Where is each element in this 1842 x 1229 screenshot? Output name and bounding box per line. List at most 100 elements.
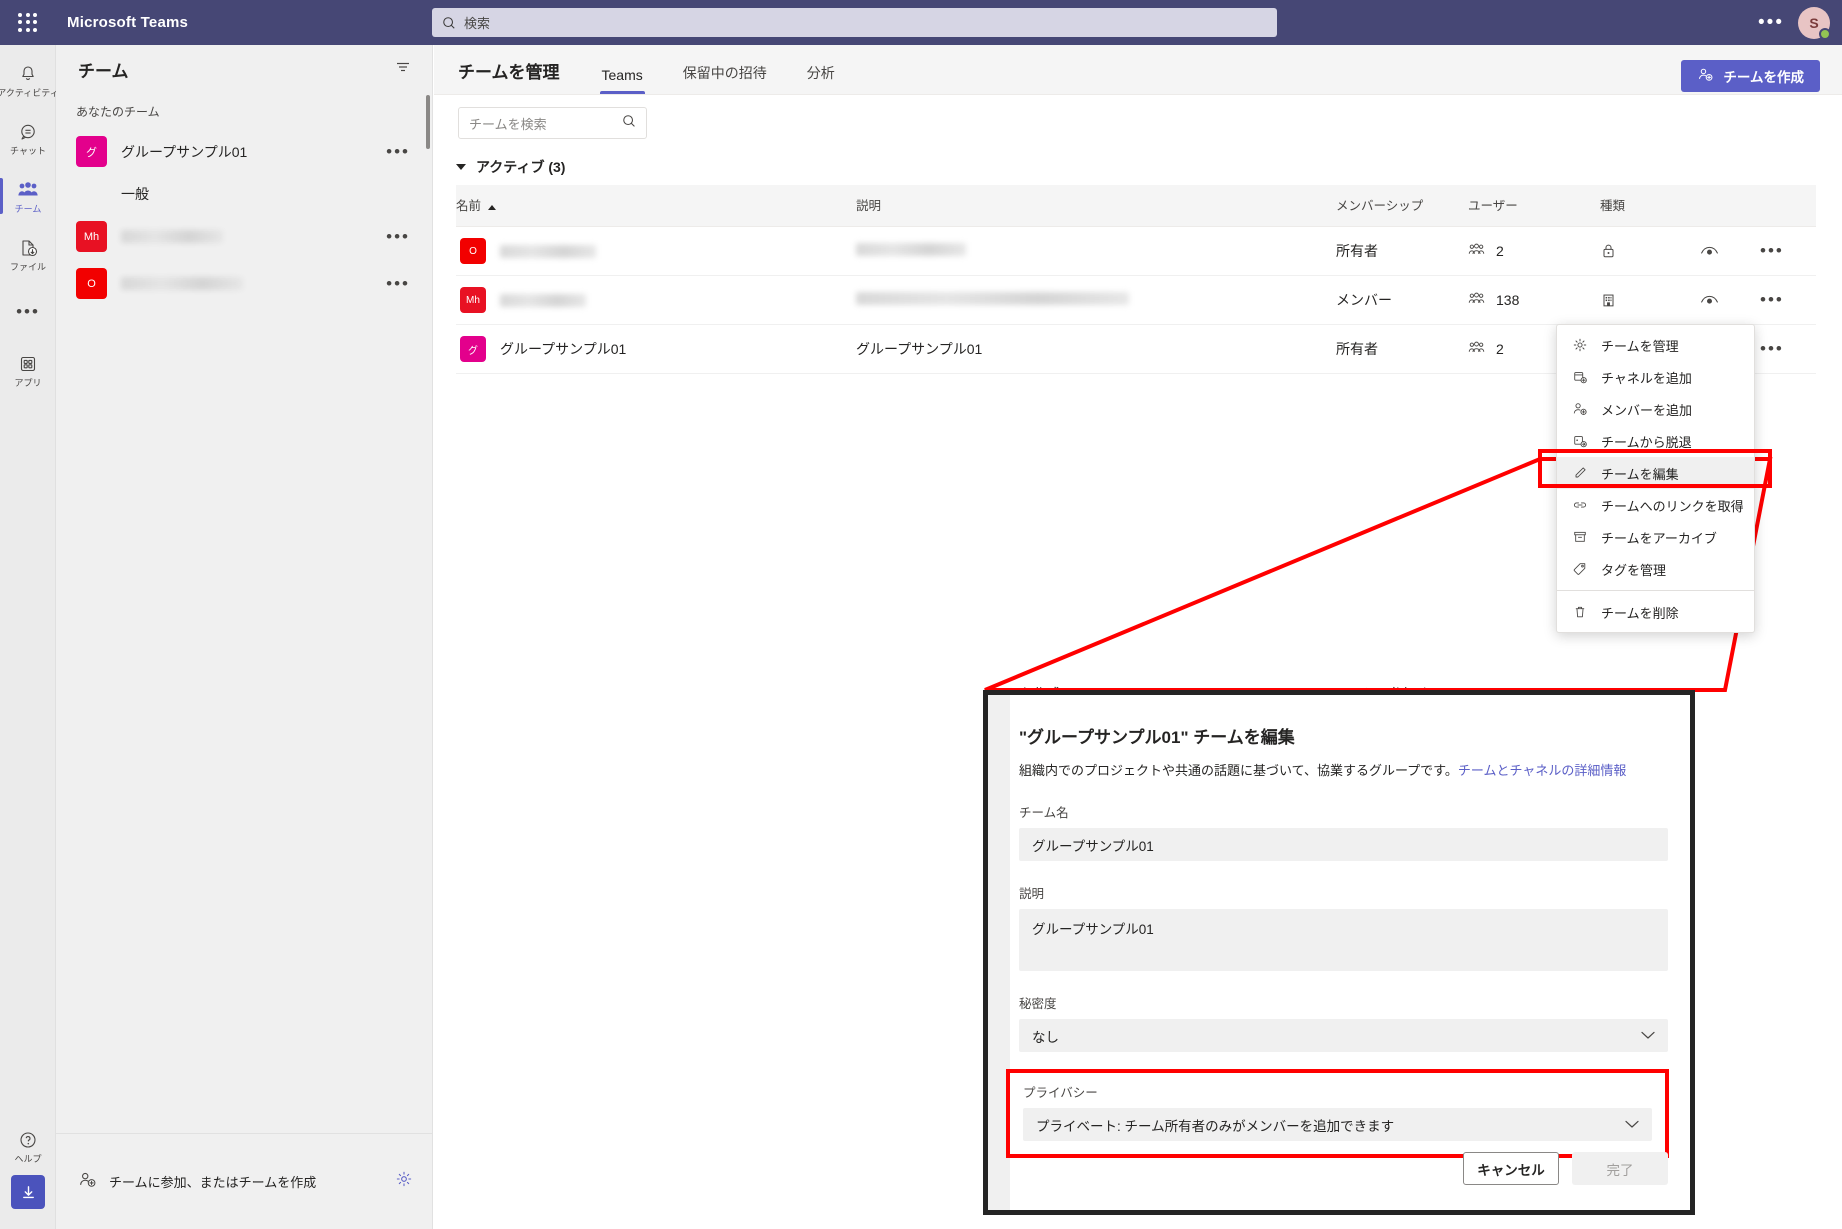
sidebar-item-chat[interactable]: チャット: [0, 109, 56, 167]
team-avatar-initial: グ: [468, 345, 478, 357]
avatar[interactable]: S: [1798, 6, 1831, 40]
team-channel-info-link[interactable]: チームとチャネルの詳細情報: [1458, 763, 1626, 778]
cancel-button[interactable]: キャンセル: [1463, 1152, 1559, 1185]
file-download-icon: [17, 237, 39, 259]
sensitivity-value: なし: [1032, 1029, 1059, 1045]
list-item[interactable]: グ グループサンプル01 •••: [56, 128, 432, 175]
column-header-actions: [1760, 185, 1816, 227]
more-options-icon[interactable]: •••: [1760, 290, 1784, 309]
team-description-redacted: [856, 292, 1129, 305]
cell-description: [856, 226, 1336, 276]
chevron-down-icon[interactable]: [456, 164, 466, 170]
sidebar-item-label: ファイル: [9, 261, 46, 272]
sidebar-item-more[interactable]: •••: [0, 283, 56, 341]
team-avatar: Mh: [460, 287, 486, 313]
menu-item-edit-team[interactable]: チームを編集: [1557, 457, 1754, 489]
menu-item-add-channel[interactable]: チャネルを追加: [1557, 361, 1754, 393]
cell-description: [856, 275, 1336, 325]
menu-item-manage-team[interactable]: チームを管理: [1557, 329, 1754, 361]
sidebar-item-label: チーム: [14, 203, 42, 214]
dialog-actions: キャンセル 完了: [1463, 1152, 1668, 1185]
teams-app-window: Microsoft Teams 検索 ••• S アクティビティ チャット チー…: [0, 0, 1842, 1229]
column-header-type[interactable]: 種類: [1600, 185, 1700, 227]
active-teams-group-header[interactable]: アクティブ (3): [456, 157, 565, 177]
top-bar-right: ••• S: [1758, 0, 1831, 45]
filter-icon[interactable]: [394, 58, 412, 81]
people-icon: [1468, 292, 1485, 308]
cell-users: 2: [1468, 226, 1600, 276]
sensitivity-select[interactable]: なし: [1019, 1019, 1668, 1053]
menu-item-label: チームを編集: [1601, 466, 1679, 482]
main-title: チームを管理: [458, 63, 560, 82]
more-options-icon[interactable]: •••: [386, 142, 410, 162]
eye-icon[interactable]: [1700, 293, 1760, 307]
description-textarea[interactable]: グループサンプル01: [1019, 909, 1668, 972]
sidebar-item-teams[interactable]: チーム: [0, 167, 56, 225]
sidebar-item-files[interactable]: ファイル: [0, 225, 56, 283]
tab-analytics[interactable]: 分析: [787, 63, 855, 94]
app-launcher-icon[interactable]: [13, 8, 43, 38]
join-or-create-team-button[interactable]: チームに参加、またはチームを作成: [78, 1170, 316, 1194]
sidebar-item-label: チャット: [10, 145, 46, 156]
team-avatar: O: [76, 268, 107, 299]
cell-actions: •••: [1760, 226, 1816, 276]
dialog-description-text: 組織内でのプロジェクトや共通の話題に基づいて、協業するグループです。: [1019, 763, 1458, 778]
more-options-icon[interactable]: •••: [1760, 241, 1784, 260]
column-header-name[interactable]: 名前: [456, 185, 856, 227]
sort-ascending-icon: [488, 205, 497, 210]
menu-item-leave-team[interactable]: チームから脱退: [1557, 425, 1754, 457]
lock-icon: [1600, 242, 1700, 260]
column-header-membership[interactable]: メンバーシップ: [1336, 185, 1468, 227]
more-options-icon[interactable]: •••: [1760, 339, 1784, 358]
team-name-input[interactable]: グループサンプル01: [1019, 828, 1668, 862]
description-value: グループサンプル01: [1032, 922, 1154, 938]
more-options-icon[interactable]: •••: [386, 227, 410, 247]
trash-icon: [1571, 604, 1588, 621]
tab-pending-invites[interactable]: 保留中の招待: [663, 63, 787, 94]
column-header-description[interactable]: 説明: [856, 185, 1336, 227]
channel-item-general[interactable]: 一般: [56, 175, 432, 213]
list-item[interactable]: O •••: [56, 260, 432, 307]
download-arrow-icon[interactable]: [11, 1175, 45, 1209]
menu-item-archive-team[interactable]: チームをアーカイブ: [1557, 521, 1754, 553]
done-button[interactable]: 完了: [1572, 1152, 1668, 1185]
tab-teams[interactable]: Teams: [582, 67, 663, 94]
global-search-placeholder: 検索: [464, 16, 491, 31]
search-teams-input[interactable]: チームを検索: [458, 107, 647, 139]
table-row[interactable]: O 所有者 2 •••: [456, 226, 1816, 276]
menu-item-manage-tags[interactable]: タグを管理: [1557, 553, 1754, 585]
user-count: 2: [1496, 341, 1504, 357]
global-search-input[interactable]: 検索: [432, 8, 1277, 37]
search-icon: [622, 114, 636, 133]
gear-icon[interactable]: [395, 1170, 413, 1193]
dialog-description: 組織内でのプロジェクトや共通の話題に基づいて、協業するグループです。チームとチャ…: [1019, 762, 1668, 780]
more-options-icon[interactable]: •••: [1758, 13, 1784, 32]
sidebar-item-help[interactable]: ヘルプ: [0, 1117, 56, 1175]
menu-item-get-link-to-team[interactable]: チームへのリンクを取得: [1557, 489, 1754, 521]
sidebar-item-activity[interactable]: アクティビティ: [0, 51, 59, 109]
cell-visibility: [1700, 226, 1760, 276]
cell-visibility: [1700, 275, 1760, 325]
active-teams-label: アクティブ (3): [476, 159, 566, 175]
menu-item-add-member[interactable]: メンバーを追加: [1557, 393, 1754, 425]
list-item[interactable]: Mh •••: [56, 213, 432, 260]
menu-item-delete-team[interactable]: チームを削除: [1557, 596, 1754, 628]
more-dots-icon: •••: [16, 302, 40, 321]
column-header-users[interactable]: ユーザー: [1468, 185, 1600, 227]
join-or-create-team-bar: チームに参加、またはチームを作成: [56, 1133, 433, 1229]
sidebar-item-apps[interactable]: アプリ: [0, 341, 56, 399]
team-avatar: Mh: [76, 221, 107, 252]
table-row[interactable]: Mh メンバー 138 •••: [456, 275, 1816, 325]
cell-name: Mh: [456, 275, 856, 325]
sidebar-item-label: アクティビティ: [0, 87, 59, 98]
create-team-button[interactable]: チームを作成: [1681, 60, 1820, 92]
manage-teams-header: チームを管理 Teams 保留中の招待 分析: [434, 45, 1842, 95]
eye-icon[interactable]: [1700, 244, 1760, 258]
privacy-select[interactable]: プライベート: チーム所有者のみがメンバーを追加できます: [1023, 1108, 1652, 1142]
dialog-body: "グループサンプル01" チームを編集 組織内でのプロジェクトや共通の話題に基づ…: [1006, 723, 1669, 1159]
team-avatar-initial: Mh: [466, 294, 480, 306]
more-options-icon[interactable]: •••: [386, 274, 410, 294]
cell-type: [1600, 275, 1700, 325]
description-label: 説明: [1019, 887, 1045, 902]
privacy-label: プライバシー: [1023, 1086, 1098, 1101]
